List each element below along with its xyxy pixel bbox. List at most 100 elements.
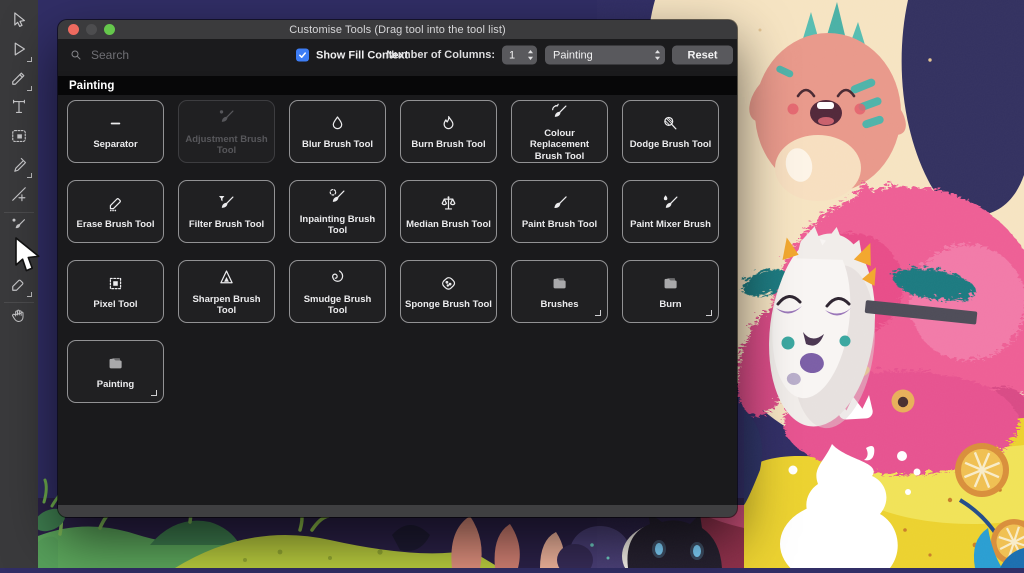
tool-tile-blur-brush-tool[interactable]: Blur Brush Tool bbox=[289, 100, 386, 163]
section-title: Painting bbox=[69, 80, 114, 92]
tool-tile-label: Burn bbox=[655, 299, 685, 310]
tool-tile-label: Erase Brush Tool bbox=[73, 219, 159, 230]
tool-tile-label: Sharpen Brush Tool bbox=[179, 294, 274, 316]
flyout-corner-icon bbox=[595, 310, 601, 316]
tool-tile-sharpen-brush-tool[interactable]: Sharpen Brush Tool bbox=[178, 260, 275, 323]
tool-tile-label: Filter Brush Tool bbox=[185, 219, 268, 230]
reset-button[interactable]: Reset bbox=[672, 46, 733, 65]
pixel-icon bbox=[105, 272, 126, 294]
mouse-cursor bbox=[14, 236, 41, 278]
sidebar-selection-tool[interactable] bbox=[0, 37, 38, 66]
tool-tile-separator[interactable]: Separator bbox=[67, 100, 164, 163]
tool-grid: Separator Adjustment Brush Tool Blur Brush… bbox=[58, 95, 737, 403]
dialog-footer bbox=[58, 505, 737, 517]
selection-tool-icon bbox=[9, 39, 29, 64]
tool-tile-burn-brush-tool[interactable]: Burn Brush Tool bbox=[400, 100, 497, 163]
flyout-mark-icon bbox=[27, 292, 32, 297]
tool-tile-dodge-brush-tool[interactable]: Dodge Brush Tool bbox=[622, 100, 719, 163]
tool-tile-burn[interactable]: Burn bbox=[622, 260, 719, 323]
tool-tile-sponge-brush-tool[interactable]: Sponge Brush Tool bbox=[400, 260, 497, 323]
tool-tile-label: Blur Brush Tool bbox=[298, 139, 377, 150]
inpainting-brush-icon bbox=[327, 187, 348, 209]
tool-tile-colour-replacement-brush-tool[interactable]: Colour Replacement Brush Tool bbox=[511, 100, 608, 163]
move-tool-icon bbox=[9, 10, 29, 35]
pencil-tool-icon bbox=[9, 68, 29, 93]
sharpen-triangle-icon bbox=[216, 267, 237, 289]
number-of-columns-label: Number of Columns: bbox=[386, 49, 495, 61]
flyout-corner-icon bbox=[706, 310, 712, 316]
tool-tile-label: Colour Replacement Brush Tool bbox=[512, 128, 607, 162]
search-field[interactable] bbox=[70, 47, 243, 63]
tool-tile-label: Smudge Brush Tool bbox=[290, 294, 385, 316]
tool-tile-inpainting-brush-tool[interactable]: Inpainting Brush Tool bbox=[289, 180, 386, 243]
flyout-mark-icon bbox=[27, 86, 32, 91]
tool-tile-label: Adjustment Brush Tool bbox=[179, 134, 274, 156]
search-icon bbox=[70, 49, 82, 61]
tool-tile-label: Paint Mixer Brush bbox=[626, 219, 715, 230]
titlebar[interactable]: Customise Tools (Drag tool into the tool… bbox=[58, 20, 737, 39]
paint-brush-icon bbox=[549, 192, 570, 214]
folder-icon bbox=[549, 272, 570, 294]
search-input[interactable] bbox=[89, 47, 243, 63]
sidebar bbox=[0, 0, 38, 568]
columns-stepper[interactable]: 1 bbox=[502, 46, 537, 65]
tool-tile-brushes[interactable]: Brushes bbox=[511, 260, 608, 323]
separator-icon bbox=[105, 112, 126, 134]
tool-tile-label: Median Brush Tool bbox=[402, 219, 495, 230]
tool-tile-paint-brush-tool[interactable]: Paint Brush Tool bbox=[511, 180, 608, 243]
tool-tile-label: Brushes bbox=[536, 299, 582, 310]
filter-brush-icon bbox=[216, 192, 237, 214]
sidebar-move-tool[interactable] bbox=[0, 8, 38, 37]
folder-icon bbox=[105, 352, 126, 374]
sidebar-colour-picker-tool[interactable] bbox=[0, 153, 38, 182]
columns-value: 1 bbox=[509, 49, 515, 61]
flyout-mark-icon bbox=[27, 173, 32, 178]
marquee-selection-tool-icon bbox=[9, 126, 29, 151]
tool-tile-label: Separator bbox=[89, 139, 141, 150]
minimize-button[interactable] bbox=[86, 24, 97, 35]
sponge-icon bbox=[438, 272, 459, 294]
tool-tile-label: Burn Brush Tool bbox=[407, 139, 489, 150]
tool-tile-smudge-brush-tool[interactable]: Smudge Brush Tool bbox=[289, 260, 386, 323]
close-button[interactable] bbox=[68, 24, 79, 35]
tool-tile-painting[interactable]: Painting bbox=[67, 340, 164, 403]
folder-icon bbox=[660, 272, 681, 294]
node-tool-icon bbox=[9, 184, 29, 209]
tool-tile-adjustment-brush-tool: Adjustment Brush Tool bbox=[178, 100, 275, 163]
tool-tile-pixel-tool[interactable]: Pixel Tool bbox=[67, 260, 164, 323]
sidebar-marquee-selection-tool[interactable] bbox=[0, 124, 38, 153]
smudge-icon bbox=[327, 267, 348, 289]
zoom-button[interactable] bbox=[104, 24, 115, 35]
dialog-title: Customise Tools (Drag tool into the tool… bbox=[289, 24, 506, 36]
tool-tile-label: Pixel Tool bbox=[89, 299, 141, 310]
mixer-brush-icon bbox=[660, 192, 681, 214]
section-header: Painting bbox=[58, 76, 737, 95]
flame-icon bbox=[438, 112, 459, 134]
dialog-toolbar: Show Fill Context Number of Columns: 1 P… bbox=[58, 39, 737, 71]
flyout-corner-icon bbox=[151, 390, 157, 396]
tool-tile-label: Painting bbox=[93, 379, 138, 390]
sidebar-node-tool[interactable] bbox=[0, 182, 38, 211]
tool-tile-median-brush-tool[interactable]: Median Brush Tool bbox=[400, 180, 497, 243]
tool-tile-paint-mixer-brush[interactable]: Paint Mixer Brush bbox=[622, 180, 719, 243]
scales-icon bbox=[438, 192, 459, 214]
text-tool-icon bbox=[9, 97, 29, 122]
dialog-content: Painting Separator Adjustment Brush Tool B… bbox=[58, 71, 737, 505]
blur-drop-icon bbox=[327, 112, 348, 134]
category-dropdown[interactable]: Painting bbox=[545, 46, 665, 65]
tool-tile-label: Sponge Brush Tool bbox=[401, 299, 496, 310]
sidebar-text-tool[interactable] bbox=[0, 95, 38, 124]
tool-tile-label: Dodge Brush Tool bbox=[626, 139, 716, 150]
customise-tools-dialog: Customise Tools (Drag tool into the tool… bbox=[58, 20, 737, 517]
flyout-mark-icon bbox=[27, 57, 32, 62]
checkbox-checked-icon[interactable] bbox=[296, 49, 309, 62]
colour-replacement-brush-icon bbox=[549, 101, 570, 123]
tool-tile-filter-brush-tool[interactable]: Filter Brush Tool bbox=[178, 180, 275, 243]
dropdown-chevrons-icon bbox=[654, 49, 661, 62]
pan-tool-icon bbox=[9, 306, 29, 331]
tool-tile-erase-brush-tool[interactable]: Erase Brush Tool bbox=[67, 180, 164, 243]
colour-picker-tool-icon bbox=[9, 155, 29, 180]
dodge-icon bbox=[660, 112, 681, 134]
sidebar-pan-tool[interactable] bbox=[0, 304, 38, 333]
sidebar-pencil-tool[interactable] bbox=[0, 66, 38, 95]
